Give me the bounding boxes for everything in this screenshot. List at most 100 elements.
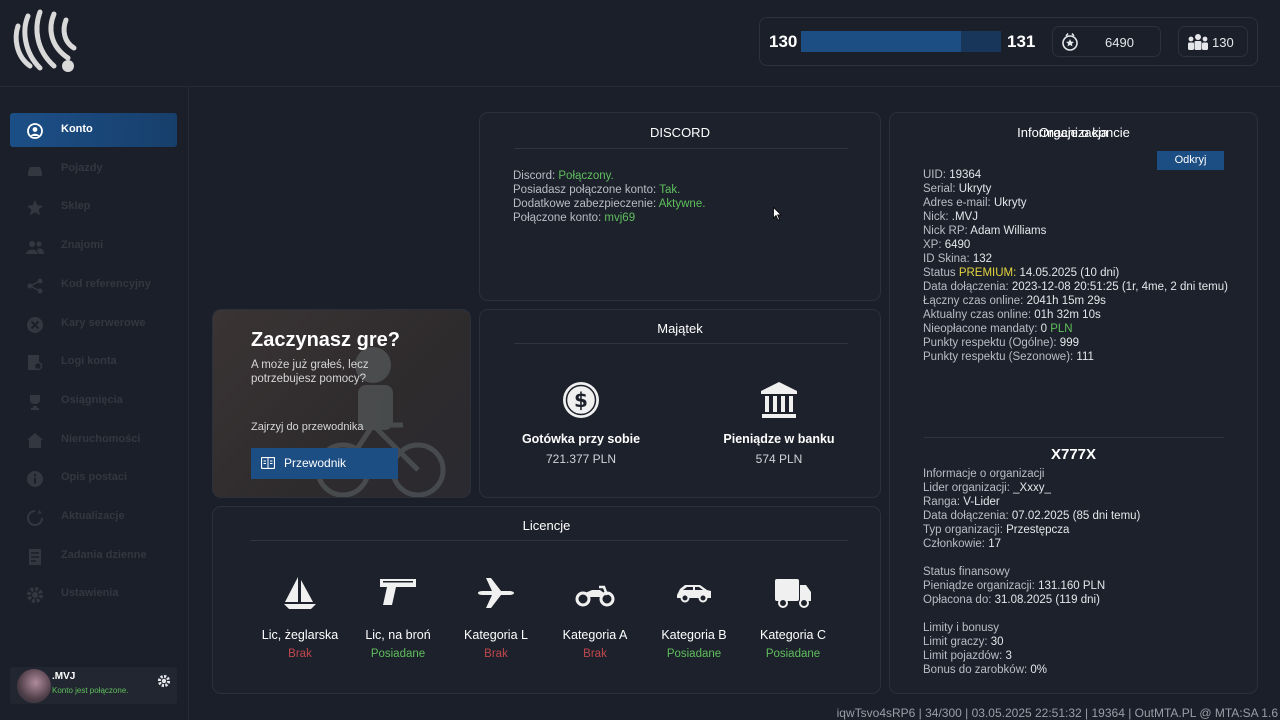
sidebar-item-sklep[interactable]: Sklep [10, 190, 177, 224]
server-info-footer: iqwTsvo4sRP6 | 34/300 | 03.05.2025 22:51… [836, 706, 1278, 720]
user-status: Konto jest połączone. [52, 686, 129, 695]
license-state: Brak [583, 648, 607, 660]
nick-rp-row: Nick RP: Adam Williams [923, 225, 1047, 237]
guide-title: Zaczynasz gre? [251, 329, 400, 351]
sidebar-item-opis-postaci[interactable]: Opis postaci [10, 461, 177, 495]
license-item: Kategoria A Brak [545, 575, 645, 660]
org-type-row: Typ organizacji: Przestępcza [923, 524, 1070, 536]
sidebar-item-label: Logi konta [61, 355, 117, 367]
next-level: 131 [1007, 32, 1036, 51]
assets-title: Majątek [657, 321, 703, 336]
tasks-icon [29, 549, 41, 565]
info-icon [27, 471, 43, 487]
joined-row: Data dołączenia: 2023-12-08 20:51:25 (1r… [923, 281, 1228, 293]
sidebar-item-kary-serwerowe[interactable]: Kary serwerowe [10, 307, 177, 341]
discord-account-row: Połączone konto: mvj69 [513, 212, 636, 224]
cash-value: 721.377 PLN [545, 452, 617, 466]
sidebar-item-label: Konto [61, 123, 93, 135]
licenses-title: Licencje [522, 518, 571, 533]
discord-linked-row: Posiadasz połączone konto: Tak. [513, 184, 681, 196]
sidebar-item-konto[interactable]: Konto [10, 113, 177, 147]
email-row: Adres e-mail: Ukryty [923, 197, 1027, 209]
organization-title: Organizacja [1038, 125, 1109, 140]
divider [514, 343, 848, 344]
license-name: Lic, na broń [365, 628, 431, 642]
org-money-row: Pieniądze organizacji: 131.160 PLN [923, 580, 1106, 592]
guide-card: Zaczynasz gre? A może już grałeś, lecz p… [212, 309, 471, 498]
sidebar: Konto Pojazdy Sklep Znajomi Kod referenc… [0, 87, 189, 720]
ban-icon [27, 317, 43, 333]
car-icon [677, 585, 711, 603]
sidebar-item-ustawienia[interactable]: Ustawienia [10, 577, 177, 611]
avatar [17, 669, 51, 703]
current-online-row: Aktualny czas online: 01h 32m 10s [923, 309, 1101, 321]
org-joined-row: Data dołączenia: 07.02.2025 (85 dni temu… [923, 510, 1141, 522]
friends-badge: 130 [1178, 26, 1248, 57]
user-card: .MVJ Konto jest połączone. [10, 667, 177, 704]
sidebar-item-zadania-dzienne[interactable]: Zadania dzienne [10, 539, 177, 573]
sidebar-item-logi-konta[interactable]: Logi konta [10, 345, 177, 379]
discord-panel: DISCORD Discord: Połączony. Posiadasz po… [479, 112, 881, 301]
divider [250, 540, 848, 541]
motorcycle-icon [575, 585, 615, 607]
sidebar-item-pojazdy[interactable]: Pojazdy [10, 152, 177, 186]
license-state: Posiadane [765, 648, 821, 660]
user-name: .MVJ [52, 671, 76, 682]
sidebar-item-label: Ustawienia [61, 587, 119, 599]
sidebar-item-label: Zadania dzienne [61, 549, 147, 561]
fines-row: Nieopłacone mandaty: 0 PLN [923, 323, 1073, 335]
license-item: Lic, na broń Posiadane [348, 575, 448, 660]
divider [514, 148, 848, 149]
license-state: Brak [288, 648, 312, 660]
player-stats-panel: 130 131 6490 130 [759, 17, 1258, 66]
serial-row: Serial: Ukryty [923, 183, 992, 195]
reveal-button[interactable]: Odkryj [1157, 151, 1224, 170]
respect-general-row: Punkty respektu (Ogólne): 999 [923, 337, 1079, 349]
server-logo-icon [13, 9, 77, 72]
sailboat-icon [284, 577, 316, 609]
license-item: Lic, żeglarska Brak [250, 575, 350, 660]
license-name: Kategoria C [759, 628, 826, 642]
status-row: Status PREMIUM: 14.05.2025 (10 dni) [923, 267, 1120, 279]
car-icon [28, 167, 42, 176]
org-rank-row: Ranga: V-Lider [923, 496, 1000, 508]
pistol-icon [380, 579, 416, 605]
org-members-row: Członkowie: 17 [923, 538, 1001, 550]
friends-value: 130 [1212, 35, 1234, 50]
settings-gear-icon[interactable] [157, 674, 171, 688]
sidebar-item-label: Pojazdy [61, 162, 103, 174]
nick-row: Nick: .MVJ [923, 211, 978, 223]
sidebar-item-osiagniecia[interactable]: Osiągnięcia [10, 384, 177, 418]
sidebar-item-label: Aktualizacje [61, 510, 125, 522]
uid-row: UID: 19364 [923, 169, 982, 181]
sidebar-item-kod-referencyjny[interactable]: Kod referencyjny [10, 268, 177, 302]
org-vehicles-limit-row: Limit pojazdów: 3 [923, 650, 1012, 662]
gear-icon [27, 587, 43, 603]
discord-title: DISCORD [650, 125, 710, 140]
medal-icon [1062, 33, 1078, 51]
guide-button[interactable]: Przewodnik [251, 448, 398, 479]
logs-icon [28, 355, 43, 371]
sidebar-item-label: Znajomi [61, 239, 104, 251]
top-bar: 130 131 6490 130 [0, 0, 1280, 87]
license-item: Kategoria C Posiadane [743, 575, 843, 660]
mouse-cursor-icon [773, 207, 782, 221]
skin-row: ID Skina: 132 [923, 253, 993, 265]
license-state: Brak [484, 648, 508, 660]
license-state: Posiadane [666, 648, 722, 660]
cash-asset: $ Gotówka przy sobie 721.377 PLN [506, 380, 656, 466]
trophy-icon [30, 395, 40, 410]
sidebar-item-nieruchomosci[interactable]: Nieruchomości [10, 423, 177, 457]
guide-button-label: Przewodnik [284, 456, 347, 470]
org-players-limit-row: Limit graczy: 30 [923, 636, 1004, 648]
group-icon [1188, 34, 1208, 50]
sidebar-item-znajomi[interactable]: Znajomi [10, 229, 177, 263]
bank-icon [761, 382, 797, 418]
license-name: Kategoria B [661, 628, 727, 642]
sidebar-item-label: Kary serwerowe [61, 317, 146, 329]
update-icon [27, 510, 43, 526]
referral-icon [27, 278, 43, 294]
truck-icon [775, 579, 811, 608]
sidebar-item-aktualizacje[interactable]: Aktualizacje [10, 500, 177, 534]
guide-hint: Zajrzyj do przewodnika [251, 421, 364, 433]
